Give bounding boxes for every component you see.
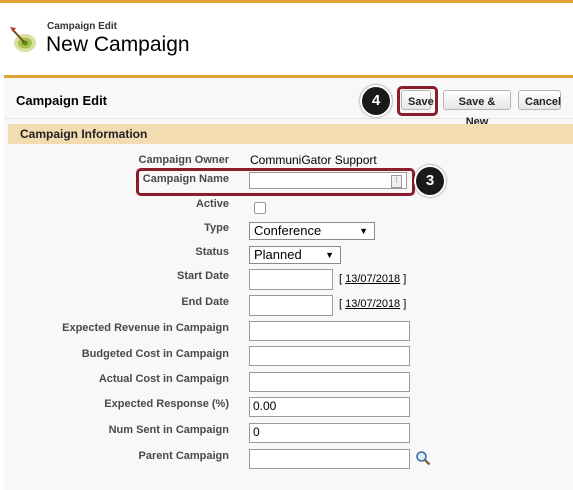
section-campaign-information: Campaign Information — [8, 124, 573, 144]
campaign-name-label: Campaign Name — [142, 173, 229, 185]
expected-response-input[interactable]: 0.00 — [249, 397, 410, 417]
active-checkbox[interactable] — [254, 202, 266, 214]
parent-campaign-input[interactable] — [249, 449, 410, 469]
budgeted-cost-label: Budgeted Cost in Campaign — [81, 348, 229, 360]
status-select[interactable]: Planned ▼ — [249, 246, 341, 264]
budgeted-cost-input[interactable] — [249, 346, 410, 366]
autofill-key-icon[interactable]: ⋮ — [391, 175, 402, 188]
panel-header: Campaign Edit 4 Save Save & New Cancel — [4, 78, 573, 128]
end-date-label: End Date — [181, 296, 229, 308]
chevron-down-icon: ▼ — [325, 250, 334, 260]
end-date-input[interactable] — [249, 295, 333, 316]
status-label: Status — [195, 246, 229, 258]
start-date-label: Start Date — [177, 270, 229, 282]
lookup-magnifier-icon[interactable] — [415, 450, 431, 466]
step-badge-save: 4 — [360, 85, 392, 117]
type-select[interactable]: Conference ▼ — [249, 222, 375, 240]
end-date-today-link[interactable]: [ 13/07/2018 ] — [339, 298, 406, 310]
actual-cost-input[interactable] — [249, 372, 410, 392]
panel-title: Campaign Edit — [16, 93, 108, 108]
end-date-today-value[interactable]: 13/07/2018 — [345, 298, 400, 310]
page-subtitle: Campaign Edit — [47, 21, 118, 32]
chevron-down-icon: ▼ — [359, 226, 368, 236]
expected-revenue-input[interactable] — [249, 321, 410, 341]
page-title: New Campaign — [46, 33, 190, 56]
type-label: Type — [204, 222, 229, 234]
campaign-target-icon — [8, 25, 38, 55]
save-button[interactable]: Save — [401, 90, 434, 110]
save-and-new-button[interactable]: Save & New — [443, 90, 511, 128]
section-title: Campaign Information — [20, 127, 148, 141]
active-label: Active — [195, 198, 229, 210]
start-date-today-value[interactable]: 13/07/2018 — [345, 273, 400, 285]
step-badge-name: 3 — [414, 165, 446, 197]
campaign-owner-label: Campaign Owner — [138, 154, 229, 166]
status-select-value: Planned — [254, 247, 302, 262]
num-sent-input[interactable]: 0 — [249, 423, 410, 443]
cancel-button[interactable]: Cancel — [518, 90, 561, 110]
campaign-owner-value: CommuniGator Support — [250, 153, 377, 167]
start-date-today-link[interactable]: [ 13/07/2018 ] — [339, 273, 406, 285]
expected-revenue-label: Expected Revenue in Campaign — [62, 322, 229, 334]
campaign-name-input[interactable] — [249, 172, 407, 189]
expected-response-label: Expected Response (%) — [104, 398, 229, 410]
type-select-value: Conference — [254, 223, 322, 238]
num-sent-label: Num Sent in Campaign — [108, 424, 229, 436]
actual-cost-label: Actual Cost in Campaign — [98, 373, 229, 385]
start-date-input[interactable] — [249, 269, 333, 290]
top-accent-bar — [0, 0, 573, 3]
parent-campaign-label: Parent Campaign — [138, 450, 229, 462]
